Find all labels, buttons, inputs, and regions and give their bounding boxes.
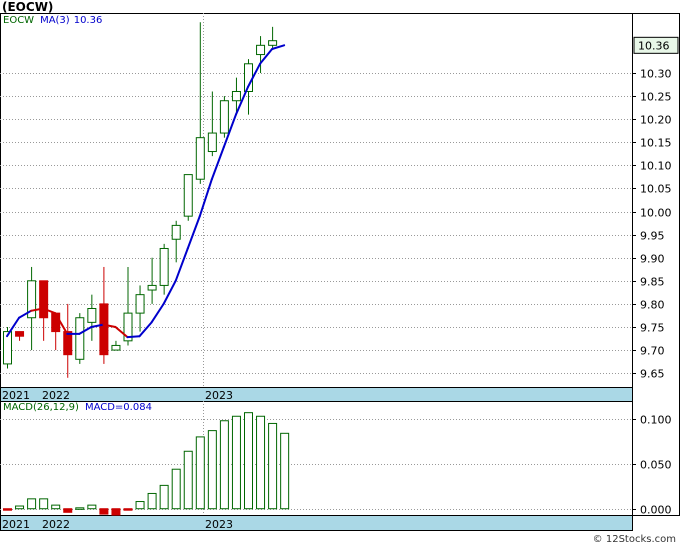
macd-bar [244,412,253,510]
macd-bar [159,484,169,510]
price-tick-label: 10.05 [640,183,672,196]
macd-panel-frame [0,401,633,516]
macd-bar [123,508,133,511]
candle-body [195,137,205,180]
price-tick-label: 10.30 [640,68,672,81]
price-date-band [0,387,633,402]
macd-bar [99,508,109,515]
price-x-tick-label: 2022 [42,389,70,402]
candle-body [63,331,73,356]
macd-bar [15,505,25,510]
macd-legend: MACD(26,12,9) MACD=0.084 [3,402,158,413]
candle-body [231,90,241,102]
macd-tick-label: 0.000 [640,504,672,517]
ma-line-segment [126,335,141,339]
candle-body [75,317,85,360]
legend-symbol: EOCW [3,15,35,26]
price-tick-label: 9.85 [640,276,665,289]
macd-bar [63,508,73,513]
candle-body [99,303,109,356]
candle-body [135,294,145,314]
macd-bar [280,432,290,510]
candle-body [39,280,49,319]
price-tick-label: 10.15 [640,137,672,150]
current-price-label: 10.36 [638,39,670,52]
macd-bar [135,501,145,510]
macd-bar [171,468,181,510]
price-tick-label: 10.25 [640,91,672,104]
macd-bar [268,422,278,510]
price-tick-label: 9.80 [640,299,665,312]
legend-ma-label: MA(3) [40,15,70,26]
macd-tick-label: 0.100 [640,414,672,427]
macd-bar [87,504,97,510]
macd-bar [207,430,217,510]
macd-x-tick-label: 2023 [205,518,233,531]
candle-body [111,344,121,351]
candle-body [207,132,217,153]
macd-bar [27,498,37,510]
macd-bar [75,507,85,510]
candle-body [159,247,169,286]
chart-canvas: 9.65 9.70 9.75 9.80 9.85 9.90 9.95 10.00 10.05 10… [0,13,680,531]
price-x-tick-label: 2023 [205,389,233,402]
credit-text: © 12Stocks.com [592,534,676,545]
price-tick-label: 10.20 [640,114,672,127]
macd-tick-label: 0.050 [640,459,672,472]
price-tick-label: 10.10 [640,160,672,173]
macd-legend-value: MACD=0.084 [84,402,152,413]
candle-body [87,308,97,323]
macd-bar [39,498,49,510]
macd-bar [147,492,157,510]
macd-bar [111,508,121,516]
price-tick-label: 10.00 [640,207,672,220]
price-tick-label: 9.90 [640,253,665,266]
price-panel-frame [0,13,633,388]
legend-ma-value: 10.36 [73,15,103,26]
macd-date-band [0,515,633,531]
price-tick-label: 9.70 [640,345,665,358]
candle-body [219,100,229,134]
candle-body [268,40,278,46]
macd-bar [195,436,205,510]
macd-legend-label: MACD(26,12,9) [3,402,79,413]
macd-x-tick-label: 2021 [2,518,30,531]
candle-body [15,331,25,337]
price-tick-label: 9.65 [640,368,665,381]
macd-x-tick-label: 2022 [42,518,70,531]
candle-body [183,174,193,217]
candle-body [171,224,181,240]
macd-bar [51,504,61,510]
macd-bar [3,508,12,511]
price-legend: EOCW MA(3) 10.36 [3,15,108,26]
price-tick-label: 9.75 [640,322,665,335]
price-tick-label: 9.95 [640,230,665,243]
candle-body [147,284,157,291]
macd-bar [183,450,193,510]
macd-bar [231,415,241,510]
macd-bar [219,420,229,510]
price-x-tick-label: 2021 [2,389,30,402]
macd-bar [256,415,266,510]
candle-body [256,44,266,56]
